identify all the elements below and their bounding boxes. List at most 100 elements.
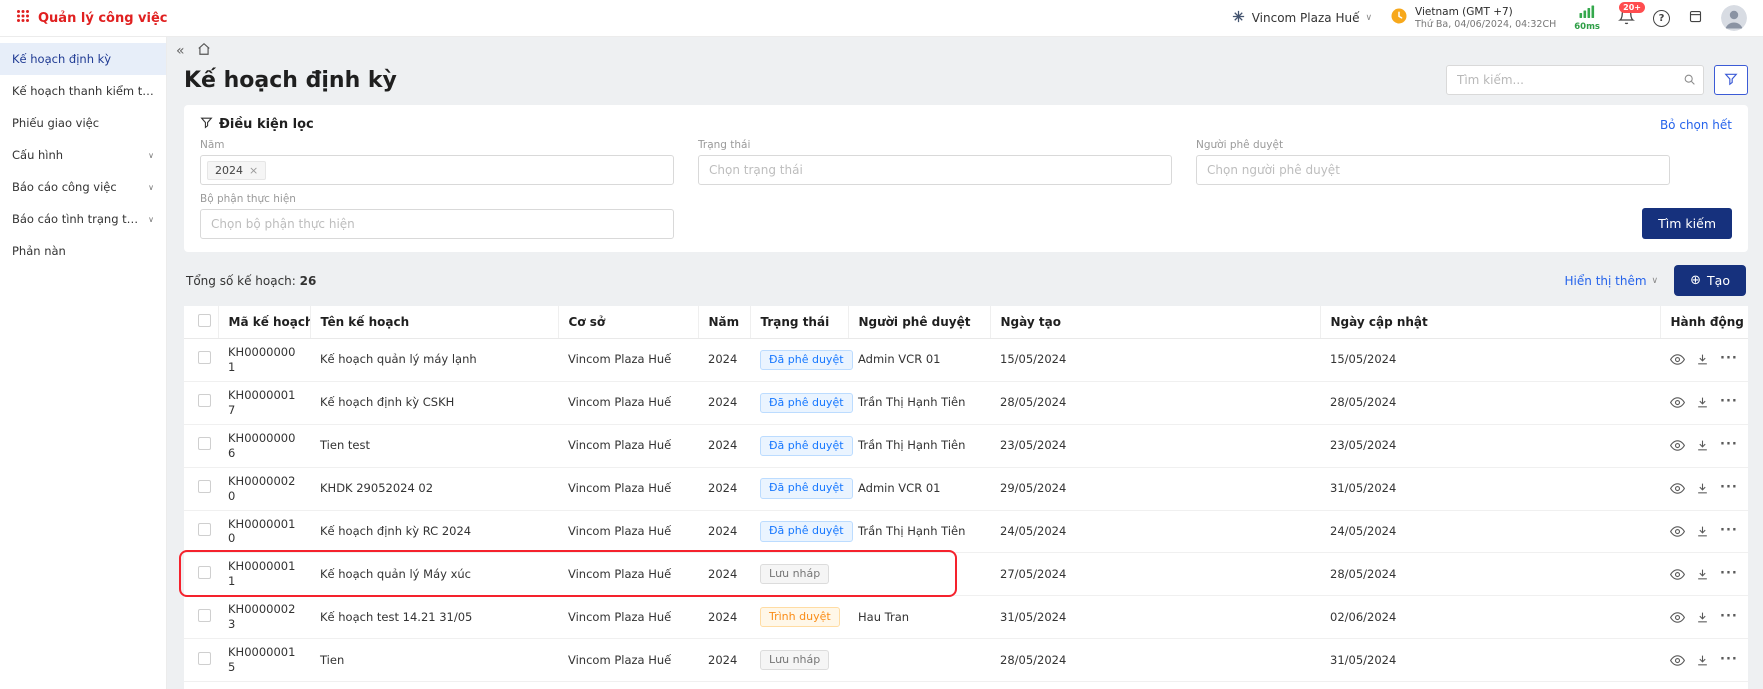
table-card: Mã kế hoạchTên kế hoạchCơ sởNămTrạng thá… (184, 306, 1748, 689)
notifications-button[interactable]: 20+ (1618, 8, 1635, 29)
row-checkbox[interactable] (198, 351, 211, 364)
download-icon[interactable] (1696, 482, 1709, 495)
more-actions-icon[interactable]: ··· (1720, 480, 1738, 497)
sidebar-item[interactable]: Phản nàn (0, 235, 166, 267)
clear-all-link[interactable]: Bỏ chọn hết (1660, 118, 1732, 132)
approver-select[interactable] (1196, 155, 1670, 185)
cell-plan-code: KH00000017 (218, 381, 310, 424)
more-actions-icon[interactable]: ··· (1720, 566, 1738, 583)
table-row[interactable]: KH00000023Kế hoạch test 14.21 31/05Vinco… (184, 596, 1748, 639)
sidebar-item[interactable]: Báo cáo công việc∨ (0, 171, 166, 203)
view-icon[interactable] (1670, 438, 1685, 453)
timezone-block[interactable]: Vietnam (GMT +7) Thứ Ba, 04/06/2024, 04:… (1390, 6, 1556, 31)
more-actions-icon[interactable]: ··· (1720, 351, 1738, 368)
chevron-down-icon: ∨ (1652, 276, 1659, 286)
row-checkbox[interactable] (198, 394, 211, 407)
filter-search-button[interactable]: Tìm kiếm (1642, 208, 1732, 239)
user-avatar[interactable] (1721, 5, 1747, 31)
more-actions-icon[interactable]: ··· (1720, 523, 1738, 540)
view-icon[interactable] (1670, 567, 1685, 582)
cell-created-date: 28/05/2024 (990, 381, 1320, 424)
org-selector[interactable]: Vincom Plaza Huế ∨ (1231, 9, 1372, 27)
sidebar: Kế hoạch định kỳ Kế hoạch thanh kiểm tra … (0, 37, 167, 689)
cell-created-date: 23/05/2024 (990, 424, 1320, 467)
cell-plan-name: Kế hoạch định kỳ CSKH (310, 381, 558, 424)
cell-plan-code: KH00000015 (218, 639, 310, 682)
table-row[interactable]: KH00000020KHDK 29052024 02Vincom Plaza H… (184, 467, 1748, 510)
table-row[interactable]: KH00000006Tien testVincom Plaza Huế2024Đ… (184, 424, 1748, 467)
app-logo[interactable]: Quản lý công việc (16, 9, 168, 27)
collapse-sidebar-icon[interactable]: « (176, 44, 185, 58)
status-select[interactable] (698, 155, 1172, 185)
more-actions-icon[interactable]: ··· (1720, 394, 1738, 411)
select-all-checkbox[interactable] (198, 314, 211, 327)
download-icon[interactable] (1696, 353, 1709, 366)
sidebar-item[interactable]: Kế hoạch định kỳ (0, 43, 166, 75)
download-icon[interactable] (1696, 439, 1709, 452)
table-row[interactable]: KH00000017Kế hoạch định kỳ CSKHVincom Pl… (184, 381, 1748, 424)
row-checkbox[interactable] (198, 609, 211, 622)
search-input[interactable] (1446, 65, 1704, 95)
cell-created-date: 27/05/2024 (990, 553, 1320, 596)
more-actions-icon[interactable]: ··· (1720, 609, 1738, 626)
sidebar-item[interactable]: Phiếu giao việc (0, 107, 166, 139)
view-icon[interactable] (1670, 610, 1685, 625)
cell-year: 2024 (698, 339, 750, 382)
download-icon[interactable] (1696, 396, 1709, 409)
view-icon[interactable] (1670, 524, 1685, 539)
cell-site: Vincom Plaza Huế (558, 596, 698, 639)
view-icon[interactable] (1670, 653, 1685, 668)
table-row[interactable]: KH00000011Kế hoạch quản lý Máy xúcVincom… (184, 553, 1748, 596)
cell-approver (848, 682, 990, 689)
download-icon[interactable] (1696, 654, 1709, 667)
status-badge: Đã phê duyệt (760, 393, 853, 413)
table-row[interactable]: KH00000009CS016 - Checklist kiểm tra GH … (184, 682, 1748, 689)
view-icon[interactable] (1670, 481, 1685, 496)
close-icon[interactable]: × (249, 165, 258, 176)
plus-circle-icon: ⊕ (1690, 274, 1701, 287)
table-row[interactable]: KH00000015TienVincom Plaza Huế2024Lưu nh… (184, 639, 1748, 682)
view-icon[interactable] (1670, 352, 1685, 367)
sidebar-item[interactable]: Kế hoạch thanh kiểm tra chất... (0, 75, 166, 107)
row-checkbox[interactable] (198, 566, 211, 579)
row-checkbox[interactable] (198, 652, 211, 665)
row-checkbox[interactable] (198, 437, 211, 450)
cell-created-date: 24/05/2024 (990, 682, 1320, 689)
show-more-link[interactable]: Hiển thị thêm ∨ (1565, 274, 1659, 288)
column-header: Năm (698, 306, 750, 339)
download-icon[interactable] (1696, 611, 1709, 624)
row-checkbox[interactable] (198, 523, 211, 536)
cell-year: 2024 (698, 553, 750, 596)
table-body: KH00000001Kế hoạch quản lý máy lạnhVinco… (184, 339, 1748, 689)
table-row[interactable]: KH00000010Kế hoạch định kỳ RC 2024Vincom… (184, 510, 1748, 553)
year-select[interactable]: 2024 × (200, 155, 674, 185)
download-icon[interactable] (1696, 568, 1709, 581)
cell-plan-code: KH00000010 (218, 510, 310, 553)
help-button[interactable]: ? (1653, 10, 1670, 27)
create-button[interactable]: ⊕ Tạo (1674, 265, 1746, 296)
apps-icon[interactable] (1688, 9, 1703, 28)
department-select[interactable] (200, 209, 674, 239)
download-icon[interactable] (1696, 525, 1709, 538)
app-title: Quản lý công việc (38, 11, 168, 26)
cell-updated-date: 23/05/2024 (1320, 424, 1660, 467)
sidebar-item[interactable]: Báo cáo tình trạng thực hiện∨ (0, 203, 166, 235)
table-header-row: Mã kế hoạchTên kế hoạchCơ sởNămTrạng thá… (184, 306, 1748, 339)
cell-site: Vincom Plaza Huế (558, 510, 698, 553)
filter-toggle-button[interactable] (1714, 65, 1748, 95)
status-badge: Lưu nháp (760, 650, 829, 670)
cell-approver (848, 639, 990, 682)
view-icon[interactable] (1670, 395, 1685, 410)
sidebar-item-label: Báo cáo tình trạng thực hiện (12, 212, 144, 226)
more-actions-icon[interactable]: ··· (1720, 437, 1738, 454)
network-status: 60ms (1574, 5, 1600, 32)
row-checkbox[interactable] (198, 480, 211, 493)
sidebar-item-label: Kế hoạch thanh kiểm tra chất... (12, 84, 154, 98)
funnel-icon (1724, 72, 1738, 89)
page-title: Kế hoạch định kỳ (184, 68, 397, 93)
table-row[interactable]: KH00000001Kế hoạch quản lý máy lạnhVinco… (184, 339, 1748, 382)
home-icon[interactable] (197, 42, 211, 60)
more-actions-icon[interactable]: ··· (1720, 652, 1738, 669)
cell-site: Vincom Plaza Huế (558, 467, 698, 510)
sidebar-item[interactable]: Cấu hình∨ (0, 139, 166, 171)
